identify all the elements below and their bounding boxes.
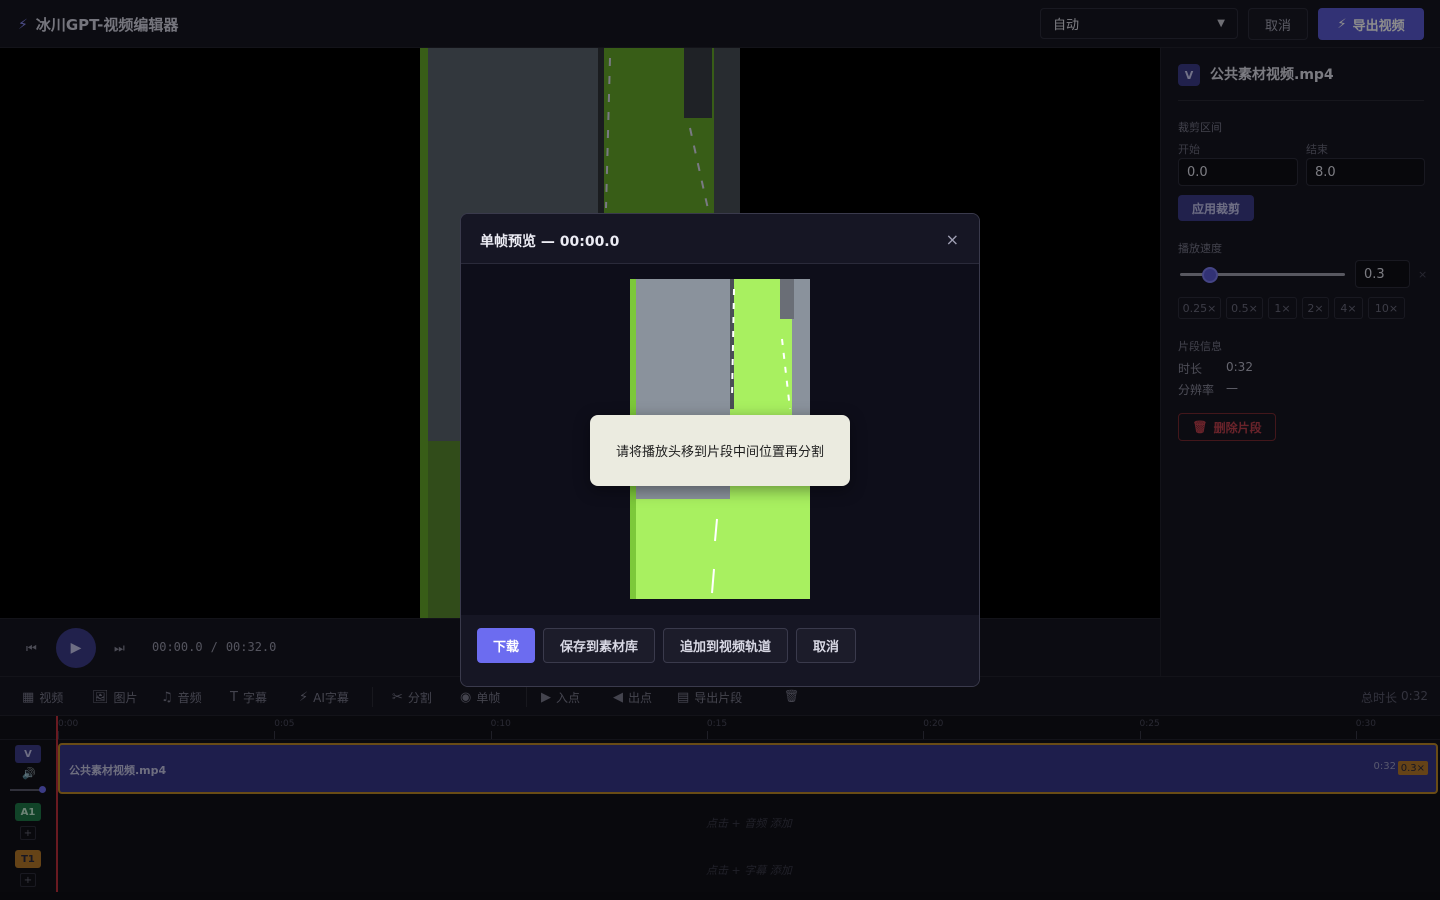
- close-icon[interactable]: ×: [946, 230, 959, 249]
- save-to-library-button[interactable]: 保存到素材库: [543, 628, 655, 663]
- modal-footer: 下载 保存到素材库 追加到视频轨道 取消: [461, 615, 979, 686]
- modal-title: 单帧预览 — 00:00.0: [480, 234, 620, 250]
- download-button[interactable]: 下载: [477, 628, 535, 663]
- append-to-track-button[interactable]: 追加到视频轨道: [663, 628, 788, 663]
- toast-message: 请将播放头移到片段中间位置再分割: [590, 415, 850, 486]
- modal-cancel-button[interactable]: 取消: [796, 628, 856, 663]
- modal-header: 单帧预览 — 00:00.0 ×: [461, 214, 979, 264]
